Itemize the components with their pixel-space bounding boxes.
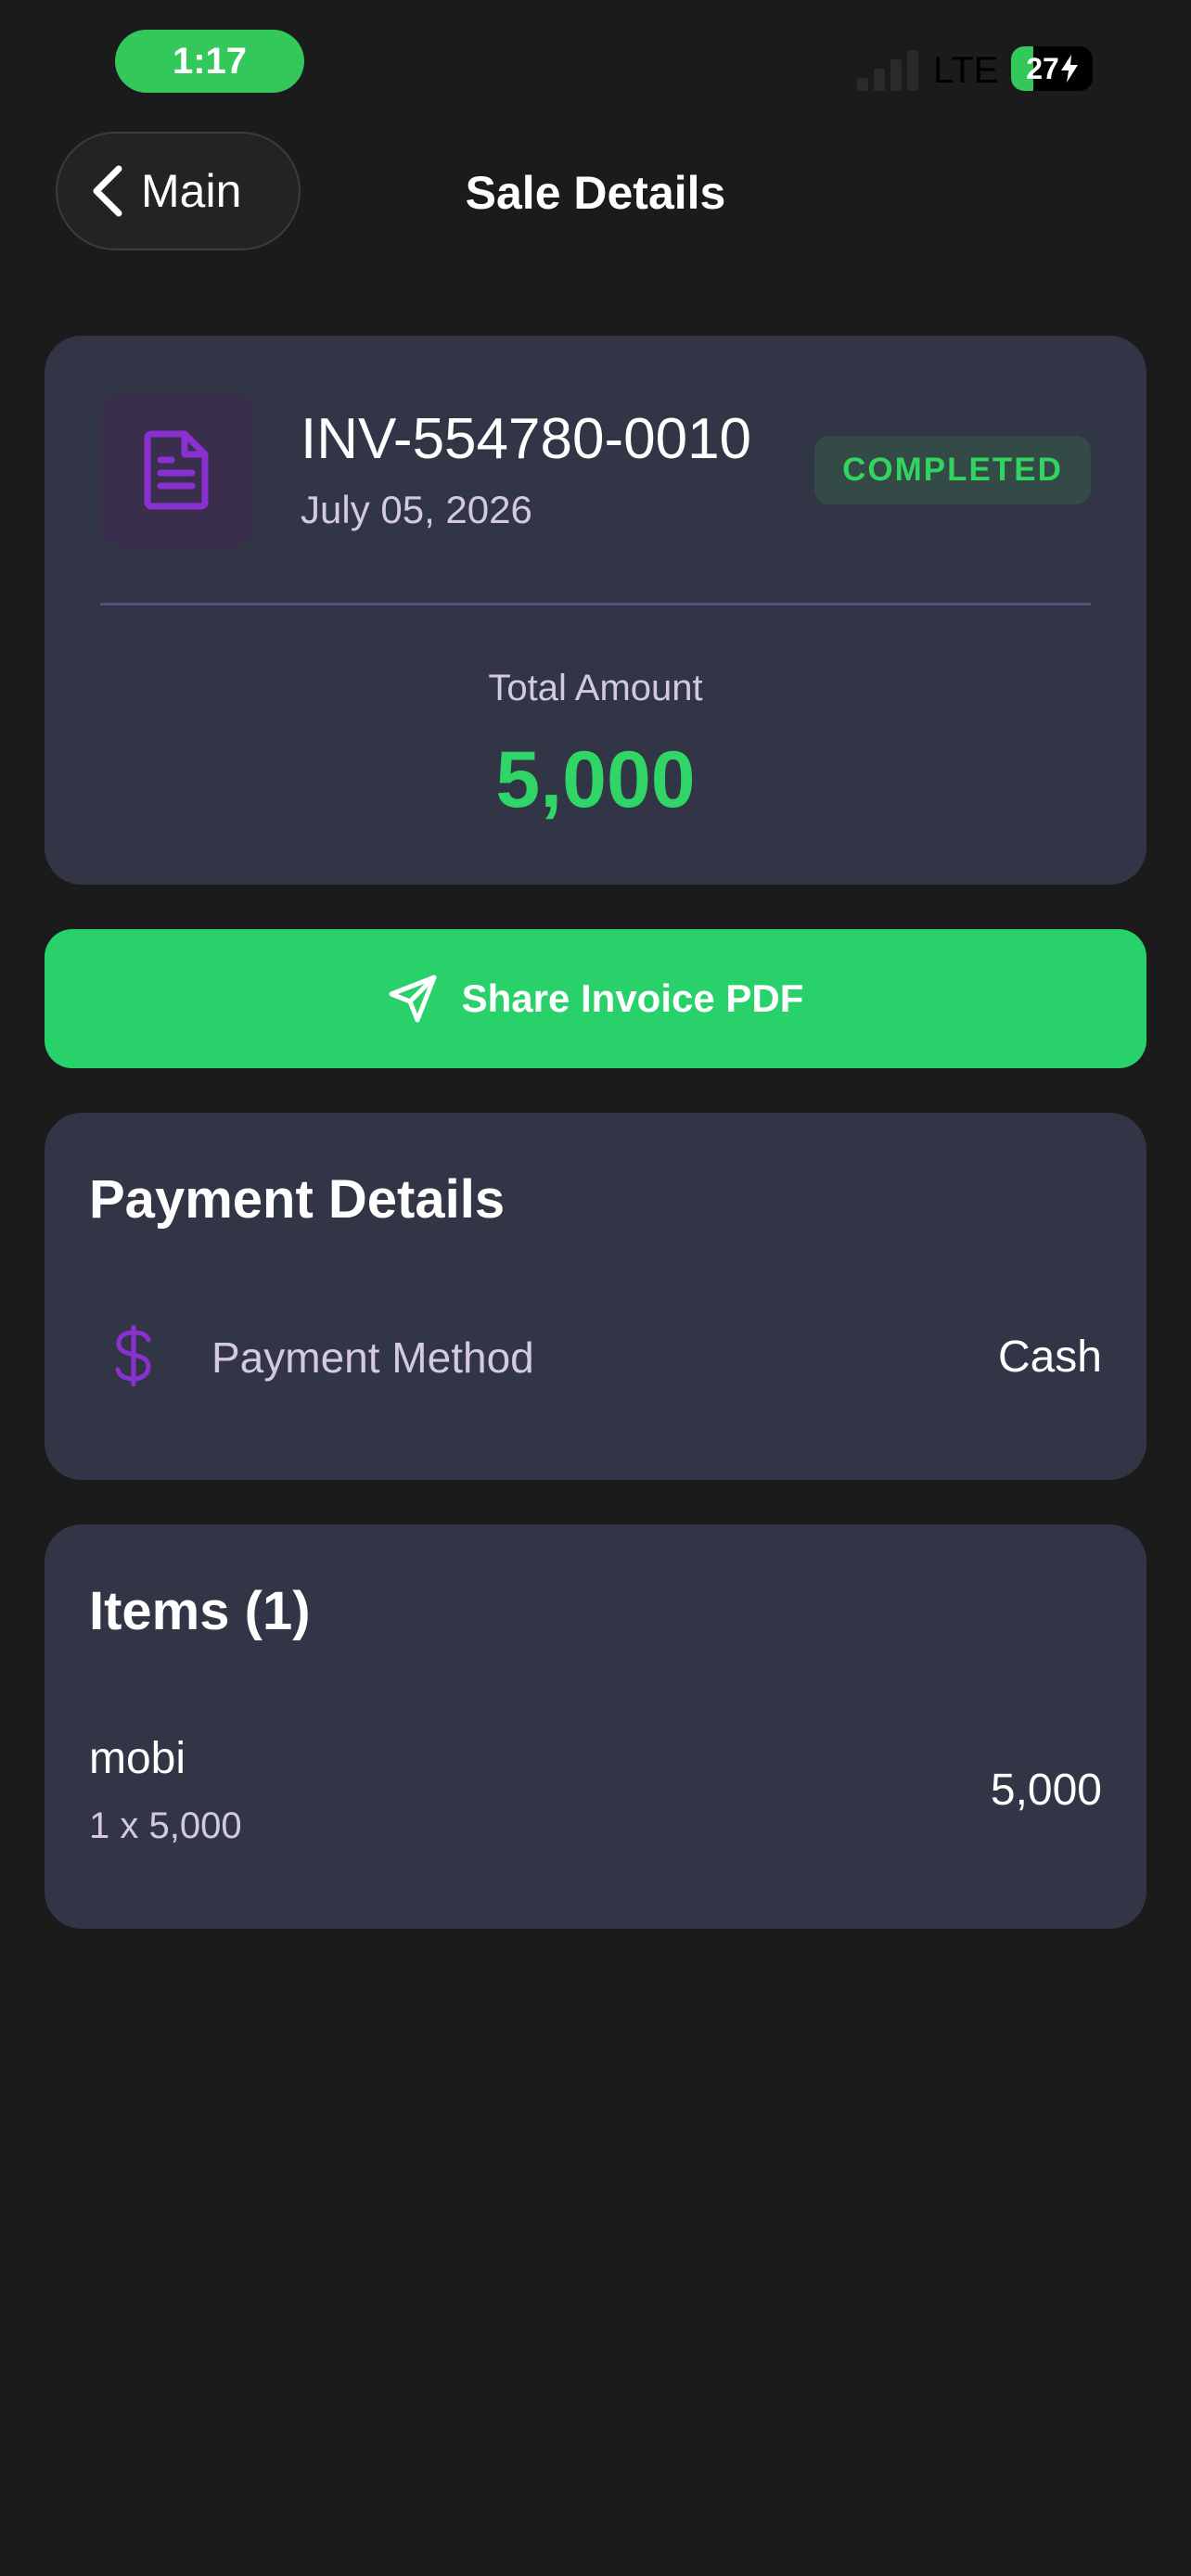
invoice-number: INV-554780-0010 xyxy=(301,407,752,471)
document-icon xyxy=(144,430,209,510)
cellular-signal-icon xyxy=(857,50,918,91)
battery-level: 27 xyxy=(1026,51,1059,85)
send-icon xyxy=(389,975,437,1023)
document-icon-container xyxy=(100,393,254,547)
total-amount-label: Total Amount xyxy=(488,668,703,708)
charging-bolt-icon xyxy=(1060,55,1078,83)
total-amount-value: 5,000 xyxy=(495,735,696,824)
dollar-icon xyxy=(111,1322,156,1389)
network-type: LTE xyxy=(933,50,999,91)
payment-method-value: Cash xyxy=(997,1333,1102,1382)
invoice-summary-card: INV-554780-0010 July 05, 2026 COMPLETED … xyxy=(45,336,1146,885)
payment-details-card: Payment Details Payment Method Cash xyxy=(45,1113,1146,1480)
item-total: 5,000 xyxy=(990,1766,1102,1815)
payment-details-title: Payment Details xyxy=(89,1169,506,1230)
share-invoice-pdf-button[interactable]: Share Invoice PDF xyxy=(45,929,1146,1068)
payment-method-label: Payment Method xyxy=(211,1333,534,1382)
divider xyxy=(100,603,1091,606)
item-quantity-price: 1 x 5,000 xyxy=(89,1805,242,1846)
share-button-label: Share Invoice PDF xyxy=(461,976,804,1020)
items-card: Items (1) mobi 1 x 5,000 5,000 xyxy=(45,1524,1146,1929)
battery-indicator: 27 xyxy=(1011,46,1093,91)
page-title: Sale Details xyxy=(465,167,726,219)
items-title: Items (1) xyxy=(89,1581,311,1641)
status-bar: 1:17 LTE 27 xyxy=(0,0,1191,121)
status-badge: COMPLETED xyxy=(814,436,1091,504)
item-name: mobi xyxy=(89,1734,186,1783)
invoice-date: July 05, 2026 xyxy=(301,488,532,531)
status-time: 1:17 xyxy=(115,30,304,93)
